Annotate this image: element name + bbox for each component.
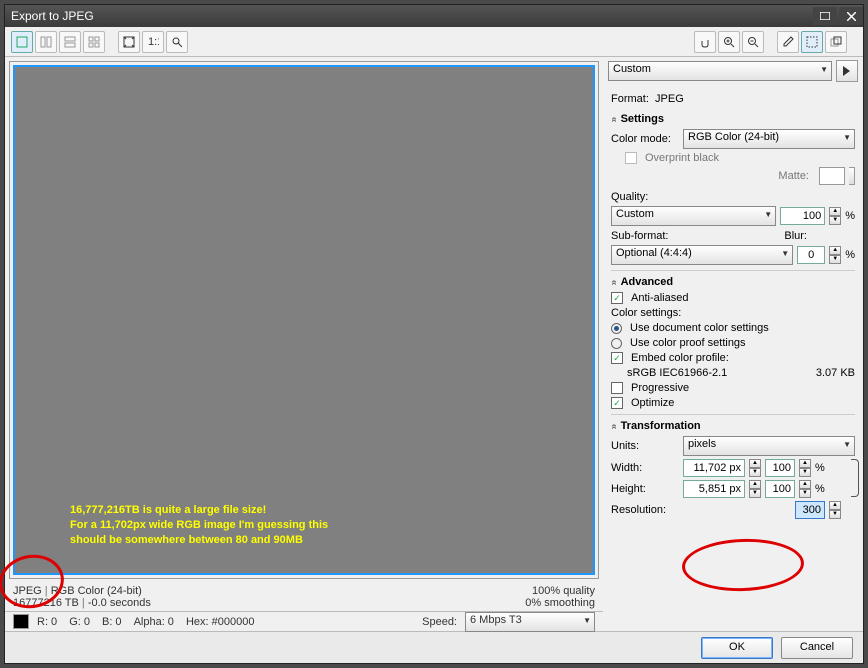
eyedropper-button[interactable] — [777, 31, 799, 53]
use-doc-radio[interactable] — [611, 323, 622, 334]
zoom-in-button[interactable] — [718, 31, 740, 53]
use-proof-label: Use color proof settings — [630, 337, 746, 349]
colormode-select[interactable]: RGB Color (24-bit) — [683, 129, 855, 149]
status-colormode: RGB Color (24-bit) — [51, 585, 142, 597]
color-bar: R: 0 G: 0 B: 0 Alpha: 0 Hex: #000000 Spe… — [5, 611, 603, 631]
preset-select[interactable]: Custom — [608, 61, 832, 81]
annotation-text: 16,777,216TB is quite a large file size!… — [70, 503, 328, 548]
progressive-checkbox[interactable] — [611, 382, 623, 394]
preview-canvas[interactable]: 16,777,216TB is quite a large file size!… — [13, 65, 595, 575]
use-proof-radio[interactable] — [611, 338, 622, 349]
overprint-checkbox — [625, 152, 637, 164]
matte-label: Matte: — [778, 170, 809, 182]
quality-value-input[interactable] — [780, 207, 825, 225]
use-doc-label: Use document color settings — [630, 322, 769, 334]
section-advanced[interactable]: Advanced — [611, 276, 855, 288]
hand-tool-button[interactable] — [694, 31, 716, 53]
resolution-input[interactable] — [795, 501, 825, 519]
embed-label: Embed color profile: — [631, 352, 729, 364]
status-block: JPEG | RGB Color (24-bit) 16777216 TB | … — [5, 583, 603, 611]
colorsettings-label: Color settings: — [611, 307, 855, 319]
overprint-label: Overprint black — [645, 152, 719, 164]
width-input[interactable] — [683, 459, 745, 477]
units-label: Units: — [611, 440, 679, 452]
preset-menu-button[interactable] — [836, 60, 858, 82]
status-time: -0.0 seconds — [88, 597, 151, 609]
colormode-label: Color mode: — [611, 133, 679, 145]
height-pct-spinner[interactable]: ▲▼ — [799, 480, 811, 498]
width-spinner[interactable]: ▲▼ — [749, 459, 761, 477]
format-label: Format: — [611, 93, 649, 105]
color-r: R: 0 — [37, 616, 57, 628]
width-pct-input[interactable] — [765, 459, 795, 477]
color-hex: Hex: #000000 — [186, 616, 255, 628]
color-alpha: Alpha: 0 — [134, 616, 174, 628]
quality-label: Quality: — [611, 191, 855, 203]
optimize-checkbox[interactable]: ✓ — [611, 397, 623, 409]
split-4-button[interactable] — [83, 31, 105, 53]
svg-text:1:1: 1:1 — [148, 36, 159, 48]
split-v-button[interactable] — [35, 31, 57, 53]
matte-swatch[interactable] — [819, 167, 845, 185]
cancel-button[interactable]: Cancel — [781, 637, 853, 659]
color-g: G: 0 — [69, 616, 90, 628]
single-pane-button[interactable] — [11, 31, 33, 53]
matte-dropdown-icon[interactable] — [849, 167, 855, 185]
height-pct-input[interactable] — [765, 480, 795, 498]
embed-checkbox[interactable]: ✓ — [611, 352, 623, 364]
maximize-button[interactable] — [813, 7, 837, 25]
profile-name: sRGB IEC61966-2.1 — [627, 367, 812, 379]
overlay-button[interactable] — [825, 31, 847, 53]
close-button[interactable] — [839, 7, 863, 25]
ok-button[interactable]: OK — [701, 637, 773, 659]
height-input[interactable] — [683, 480, 745, 498]
blur-value-input[interactable] — [797, 246, 825, 264]
window-title: Export to JPEG — [11, 9, 811, 23]
format-value: JPEG — [655, 93, 684, 105]
split-h-button[interactable] — [59, 31, 81, 53]
color-swatch — [13, 614, 29, 629]
status-quality: 100% quality — [525, 585, 595, 597]
preview-pane: 16,777,216TB is quite a large file size!… — [5, 57, 603, 631]
optimize-label: Optimize — [631, 397, 674, 409]
antialiased-label: Anti-aliased — [631, 292, 688, 304]
blur-label: Blur: — [784, 230, 807, 242]
canvas-wrap: 16,777,216TB is quite a large file size!… — [9, 61, 599, 579]
height-spinner[interactable]: ▲▼ — [749, 480, 761, 498]
zoom-100-button[interactable]: 1:1 — [142, 31, 164, 53]
height-label: Height: — [611, 483, 679, 495]
aspect-lock-bracket — [851, 459, 859, 497]
speed-label: Speed: — [266, 616, 457, 628]
marquee-button[interactable] — [801, 31, 823, 53]
quality-spinner[interactable]: ▲▼ — [829, 207, 841, 225]
color-b: B: 0 — [102, 616, 122, 628]
progressive-label: Progressive — [631, 382, 689, 394]
zoom-out-button[interactable] — [742, 31, 764, 53]
profile-size: 3.07 KB — [816, 367, 855, 379]
width-label: Width: — [611, 462, 679, 474]
quality-select[interactable]: Custom — [611, 206, 776, 226]
titlebar: Export to JPEG — [5, 5, 863, 27]
width-pct-spinner[interactable]: ▲▼ — [799, 459, 811, 477]
speed-select[interactable]: 6 Mbps T3 — [465, 612, 595, 632]
zoom-fit-button[interactable] — [118, 31, 140, 53]
subformat-label: Sub-format: — [611, 230, 780, 242]
dialog-footer: OK Cancel — [5, 631, 863, 663]
subformat-select[interactable]: Optional (4:4:4) — [611, 245, 793, 265]
resolution-label: Resolution: — [611, 504, 685, 516]
units-select[interactable]: pixels — [683, 436, 855, 456]
section-transformation[interactable]: Transformation — [611, 420, 855, 432]
toolbar: 1:1 — [5, 27, 863, 57]
zoom-actual-button[interactable] — [166, 31, 188, 53]
section-settings[interactable]: Settings — [611, 113, 855, 125]
antialiased-checkbox[interactable]: ✓ — [611, 292, 623, 304]
blur-spinner[interactable]: ▲▼ — [829, 246, 841, 264]
resolution-spinner[interactable]: ▲▼ — [829, 501, 841, 519]
status-smoothing: 0% smoothing — [525, 597, 595, 609]
